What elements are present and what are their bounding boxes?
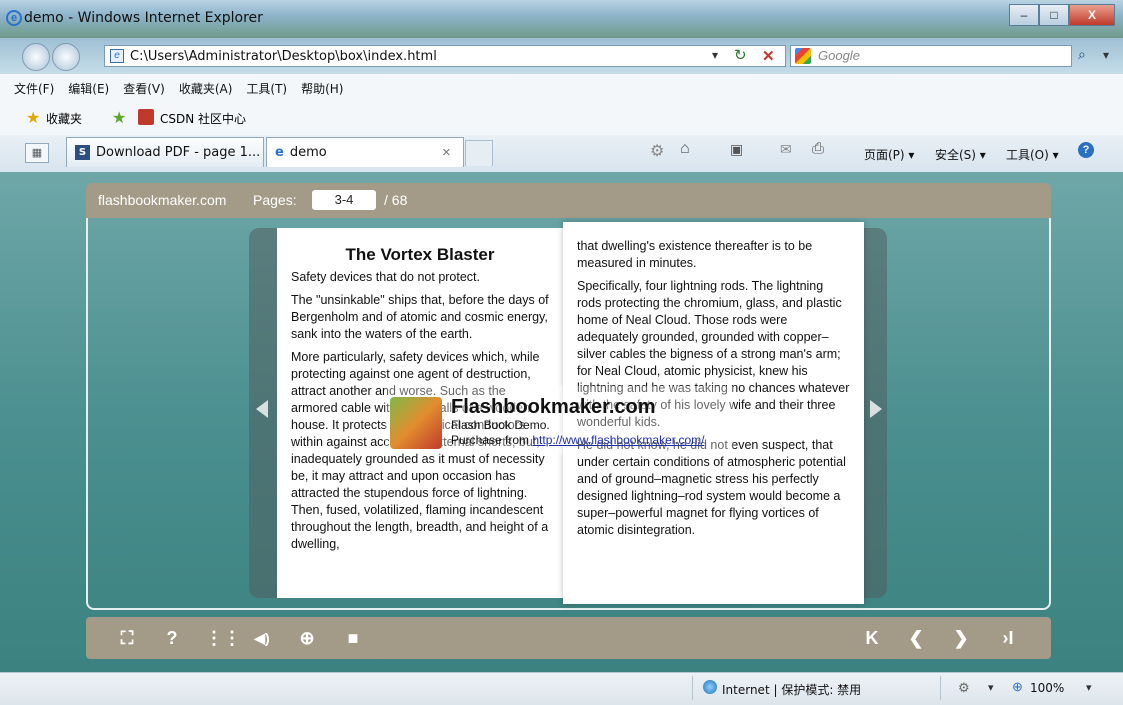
menu-view[interactable]: 查看(V) <box>123 80 165 97</box>
internet-zone-icon <box>703 680 717 694</box>
ie-icon: e <box>6 10 22 26</box>
csdn-icon <box>138 109 154 125</box>
protected-mode-icon[interactable]: ⚙ <box>958 680 970 696</box>
sound-icon[interactable]: ◀) <box>250 626 274 650</box>
search-dropdown-icon[interactable]: ▾ <box>1103 48 1109 62</box>
flipbook-header <box>86 183 1051 218</box>
watermark-purchase: Purchase from http://www.flashbookmaker.… <box>451 433 704 447</box>
feeds-icon[interactable]: ▣ <box>730 141 743 158</box>
prev-page-arrow-icon[interactable] <box>256 400 268 418</box>
paragraph: The "unsinkable" ships that, before the … <box>291 293 549 341</box>
status-bar <box>0 672 1123 705</box>
s-icon: S <box>75 145 90 160</box>
paragraph: Safety devices that do not protect. <box>291 270 481 284</box>
stop-icon[interactable]: ■ <box>341 626 365 650</box>
menu-file[interactable]: 文件(F) <box>14 80 54 97</box>
print-icon[interactable]: ⎙ <box>812 140 824 157</box>
window-title: demo - Windows Internet Explorer <box>24 10 263 26</box>
new-tab-button[interactable] <box>465 140 493 166</box>
menu-bar: 文件(F) 编辑(E) 查看(V) 收藏夹(A) 工具(T) 帮助(H) <box>0 74 1123 103</box>
flipbook-site-label: flashbookmaker.com <box>98 192 227 208</box>
favorites-star-icon: ★ <box>26 110 41 127</box>
tab-label: Download PDF - page 1... <box>96 145 261 160</box>
next-page-arrow-icon[interactable] <box>870 400 882 418</box>
safety-menu[interactable]: 安全(S) ▾ <box>935 146 986 163</box>
minimize-button[interactable]: – <box>1009 4 1039 26</box>
favorites-button[interactable]: 收藏夹 <box>46 110 82 127</box>
zoom-level[interactable]: 100% <box>1030 681 1064 695</box>
gear-icon[interactable]: ⚙ <box>650 141 664 161</box>
page-menu[interactable]: 页面(P) ▾ <box>864 146 914 163</box>
pages-label: Pages: <box>253 192 297 208</box>
quick-tabs-icon[interactable]: ▦ <box>25 143 49 163</box>
add-favorite-icon[interactable]: ★ <box>112 108 126 128</box>
previous-page-icon[interactable]: ❮ <box>904 626 928 650</box>
page-number-input[interactable]: 3-4 <box>312 190 376 210</box>
close-button[interactable]: X <box>1069 4 1115 26</box>
tools-menu[interactable]: 工具(O) ▾ <box>1006 146 1059 163</box>
window-controls: – □ X <box>1009 4 1115 26</box>
status-separator <box>692 676 693 700</box>
security-zone[interactable]: Internet | 保护模式: 禁用 <box>722 681 861 698</box>
menu-tools[interactable]: 工具(T) <box>246 80 287 97</box>
menu-favorites[interactable]: 收藏夹(A) <box>179 80 233 97</box>
purchase-label: Purchase from <box>451 433 530 447</box>
status-separator <box>940 676 941 700</box>
refresh-icon[interactable]: ↻ <box>734 46 747 64</box>
search-go-icon[interactable]: ⌕ <box>1078 46 1086 63</box>
tab-demo[interactable]: e demo <box>266 137 464 167</box>
zoom-icon: ⊕ <box>1012 679 1023 694</box>
book-title: The Vortex Blaster <box>345 245 495 264</box>
menu-help[interactable]: 帮助(H) <box>301 80 343 97</box>
menu-edit[interactable]: 编辑(E) <box>68 80 109 97</box>
help-icon[interactable]: ? <box>1078 142 1094 158</box>
tab-close-icon[interactable]: × <box>442 144 451 161</box>
google-icon <box>795 48 811 64</box>
maximize-button[interactable]: □ <box>1039 4 1069 26</box>
page-total: / 68 <box>384 192 408 208</box>
last-page-icon[interactable]: ›I <box>996 626 1020 650</box>
home-icon[interactable]: ⌂ <box>680 140 690 158</box>
thumbnails-icon[interactable]: ⋮⋮ <box>205 626 241 650</box>
zoom-dropdown-icon[interactable]: ▾ <box>1086 681 1092 694</box>
tab-download-pdf[interactable]: S Download PDF - page 1... <box>66 137 264 167</box>
watermark-title: Flashbookmaker.com <box>451 396 656 418</box>
watermark-subtitle: Flash Book Demo. <box>451 418 550 432</box>
tab-label: demo <box>289 145 327 160</box>
mail-icon[interactable]: ✉ <box>780 141 792 158</box>
purchase-link[interactable]: http://www.flashbookmaker.com/ <box>532 433 704 447</box>
back-button[interactable] <box>22 43 50 71</box>
address-text[interactable]: C:\Users\Administrator\Desktop\box\index… <box>130 49 437 64</box>
help-icon[interactable]: ? <box>160 626 184 650</box>
first-page-icon[interactable]: K <box>860 626 884 650</box>
paragraph: that dwelling's existence thereafter is … <box>577 239 813 270</box>
flashbookmaker-logo-icon <box>390 397 442 449</box>
forward-button[interactable] <box>52 43 80 71</box>
stop-icon[interactable]: ✕ <box>762 47 775 65</box>
status-dropdown-icon[interactable]: ▾ <box>988 681 994 694</box>
zoom-in-icon[interactable]: ⊕ <box>295 626 319 650</box>
address-dropdown-icon[interactable]: ▾ <box>712 48 718 62</box>
favorite-link-csdn[interactable]: CSDN 社区中心 <box>160 110 246 127</box>
next-page-icon[interactable]: ❯ <box>949 626 973 650</box>
fullscreen-icon[interactable]: ⛶ <box>115 626 139 650</box>
page-icon: e <box>110 49 124 63</box>
ie-tab-icon: e <box>275 145 284 160</box>
search-placeholder[interactable]: Google <box>818 48 860 63</box>
